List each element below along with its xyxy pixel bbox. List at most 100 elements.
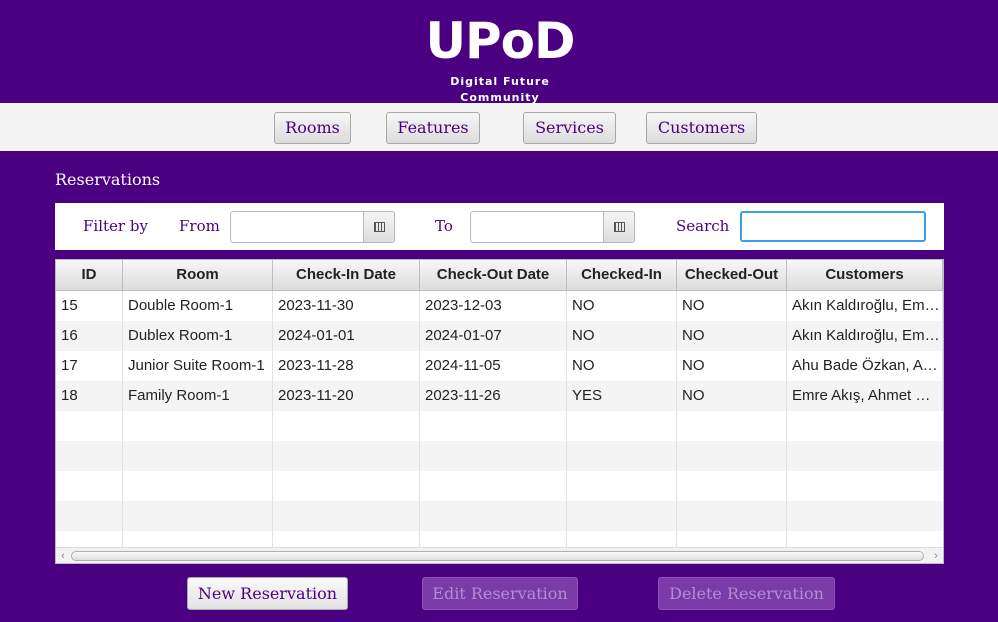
empty-cell bbox=[56, 441, 123, 471]
empty-cell bbox=[273, 531, 420, 547]
cell-checked-in: YES bbox=[567, 381, 677, 411]
empty-cell bbox=[677, 441, 787, 471]
empty-cell bbox=[123, 441, 273, 471]
empty-row bbox=[56, 501, 943, 531]
cell-check-out: 2024-11-05 bbox=[420, 351, 567, 381]
calendar-icon bbox=[613, 222, 625, 232]
nav-customers-button[interactable]: Customers bbox=[646, 112, 757, 144]
to-label: To bbox=[435, 217, 453, 235]
cell-check-out: 2024-01-07 bbox=[420, 321, 567, 351]
cell-customers: Ahu Bade Özkan, Ayş... bbox=[787, 351, 943, 381]
cell-check-in: 2023-11-28 bbox=[273, 351, 420, 381]
empty-cell bbox=[56, 411, 123, 441]
cell-checked-in: NO bbox=[567, 351, 677, 381]
from-label: From bbox=[179, 217, 220, 235]
empty-cell bbox=[273, 471, 420, 501]
nav-services-button[interactable]: Services bbox=[523, 112, 616, 144]
filter-by-label: Filter by bbox=[83, 217, 148, 235]
cell-check-out: 2023-11-26 bbox=[420, 381, 567, 411]
empty-cell bbox=[677, 471, 787, 501]
nav-rooms-button[interactable]: Rooms bbox=[274, 112, 351, 144]
empty-cell bbox=[123, 501, 273, 531]
column-header-check-out[interactable]: Check-Out Date bbox=[420, 260, 567, 291]
cell-id: 17 bbox=[56, 351, 123, 381]
cell-customers: Akın Kaldıroğlu, Emre... bbox=[787, 291, 943, 321]
app-header: UPoD Digital Future Community bbox=[0, 0, 998, 104]
logo-tagline: Digital Future Community bbox=[450, 75, 550, 104]
column-header-id[interactable]: ID bbox=[56, 260, 123, 291]
new-reservation-button[interactable]: New Reservation bbox=[187, 577, 348, 610]
to-calendar-button[interactable] bbox=[603, 211, 635, 243]
empty-cell bbox=[273, 441, 420, 471]
scroll-thumb[interactable] bbox=[71, 551, 924, 561]
cell-checked-out: NO bbox=[677, 351, 787, 381]
cell-id: 16 bbox=[56, 321, 123, 351]
empty-cell bbox=[123, 411, 273, 441]
empty-row bbox=[56, 471, 943, 501]
empty-cell bbox=[56, 531, 123, 547]
main-nav: Rooms Features Services Customers bbox=[0, 103, 998, 151]
search-label: Search bbox=[676, 217, 730, 235]
cell-checked-out: NO bbox=[677, 381, 787, 411]
cell-customers: Emre Akış, Ahmet Gül... bbox=[787, 381, 943, 411]
column-header-room[interactable]: Room bbox=[123, 260, 273, 291]
filter-bar: Filter by From To Search bbox=[55, 203, 944, 250]
scroll-right-icon[interactable]: › bbox=[930, 549, 942, 563]
cell-room: Family Room-1 bbox=[123, 381, 273, 411]
column-header-checked-out[interactable]: Checked-Out bbox=[677, 260, 787, 291]
empty-cell bbox=[567, 501, 677, 531]
cell-checked-out: NO bbox=[677, 321, 787, 351]
empty-cell bbox=[273, 501, 420, 531]
empty-cell bbox=[567, 411, 677, 441]
table-row[interactable]: 16 Dublex Room-1 2024-01-01 2024-01-07 N… bbox=[56, 321, 943, 351]
logo-wordmark: UPoD bbox=[425, 12, 575, 70]
empty-cell bbox=[420, 411, 567, 441]
reservations-table[interactable]: ID Room Check-In Date Check-Out Date Che… bbox=[55, 259, 944, 564]
app-logo: UPoD Digital Future Community bbox=[409, 12, 591, 104]
column-header-checked-in[interactable]: Checked-In bbox=[567, 260, 677, 291]
from-calendar-button[interactable] bbox=[363, 211, 395, 243]
cell-check-out: 2023-12-03 bbox=[420, 291, 567, 321]
column-header-check-in[interactable]: Check-In Date bbox=[273, 260, 420, 291]
calendar-icon bbox=[373, 222, 385, 232]
empty-row bbox=[56, 411, 943, 441]
cell-checked-in: NO bbox=[567, 321, 677, 351]
cell-check-in: 2024-01-01 bbox=[273, 321, 420, 351]
empty-cell bbox=[420, 471, 567, 501]
cell-check-in: 2023-11-20 bbox=[273, 381, 420, 411]
empty-cell bbox=[420, 441, 567, 471]
empty-cell bbox=[123, 471, 273, 501]
empty-cell bbox=[677, 531, 787, 547]
edit-reservation-button[interactable]: Edit Reservation bbox=[422, 577, 578, 610]
table-row[interactable]: 15 Double Room-1 2023-11-30 2023-12-03 N… bbox=[56, 291, 943, 321]
empty-cell bbox=[567, 531, 677, 547]
table-row[interactable]: 18 Family Room-1 2023-11-20 2023-11-26 Y… bbox=[56, 381, 943, 411]
to-date-field[interactable] bbox=[470, 211, 606, 243]
nav-features-button[interactable]: Features bbox=[386, 112, 480, 144]
horizontal-scrollbar[interactable]: ‹ › bbox=[56, 547, 943, 563]
delete-reservation-button[interactable]: Delete Reservation bbox=[658, 577, 835, 610]
from-date-field[interactable] bbox=[230, 211, 366, 243]
scroll-left-icon[interactable]: ‹ bbox=[57, 549, 69, 563]
search-input[interactable] bbox=[740, 211, 926, 242]
empty-cell bbox=[420, 501, 567, 531]
cell-customers: Akın Kaldıroğlu, Emre... bbox=[787, 321, 943, 351]
column-header-customers[interactable]: Customers bbox=[787, 260, 943, 291]
cell-room: Dublex Room-1 bbox=[123, 321, 273, 351]
cell-checked-out: NO bbox=[677, 291, 787, 321]
empty-cell bbox=[420, 531, 567, 547]
empty-cell bbox=[677, 411, 787, 441]
empty-row bbox=[56, 441, 943, 471]
empty-cell bbox=[567, 471, 677, 501]
empty-cell bbox=[123, 531, 273, 547]
cell-id: 18 bbox=[56, 381, 123, 411]
cell-check-in: 2023-11-30 bbox=[273, 291, 420, 321]
empty-cell bbox=[56, 501, 123, 531]
cell-room: Double Room-1 bbox=[123, 291, 273, 321]
cell-checked-in: NO bbox=[567, 291, 677, 321]
empty-row bbox=[56, 531, 943, 547]
page-title: Reservations bbox=[55, 170, 161, 189]
table-row[interactable]: 17 Junior Suite Room-1 2023-11-28 2024-1… bbox=[56, 351, 943, 381]
table-header: ID Room Check-In Date Check-Out Date Che… bbox=[56, 260, 943, 291]
cell-id: 15 bbox=[56, 291, 123, 321]
